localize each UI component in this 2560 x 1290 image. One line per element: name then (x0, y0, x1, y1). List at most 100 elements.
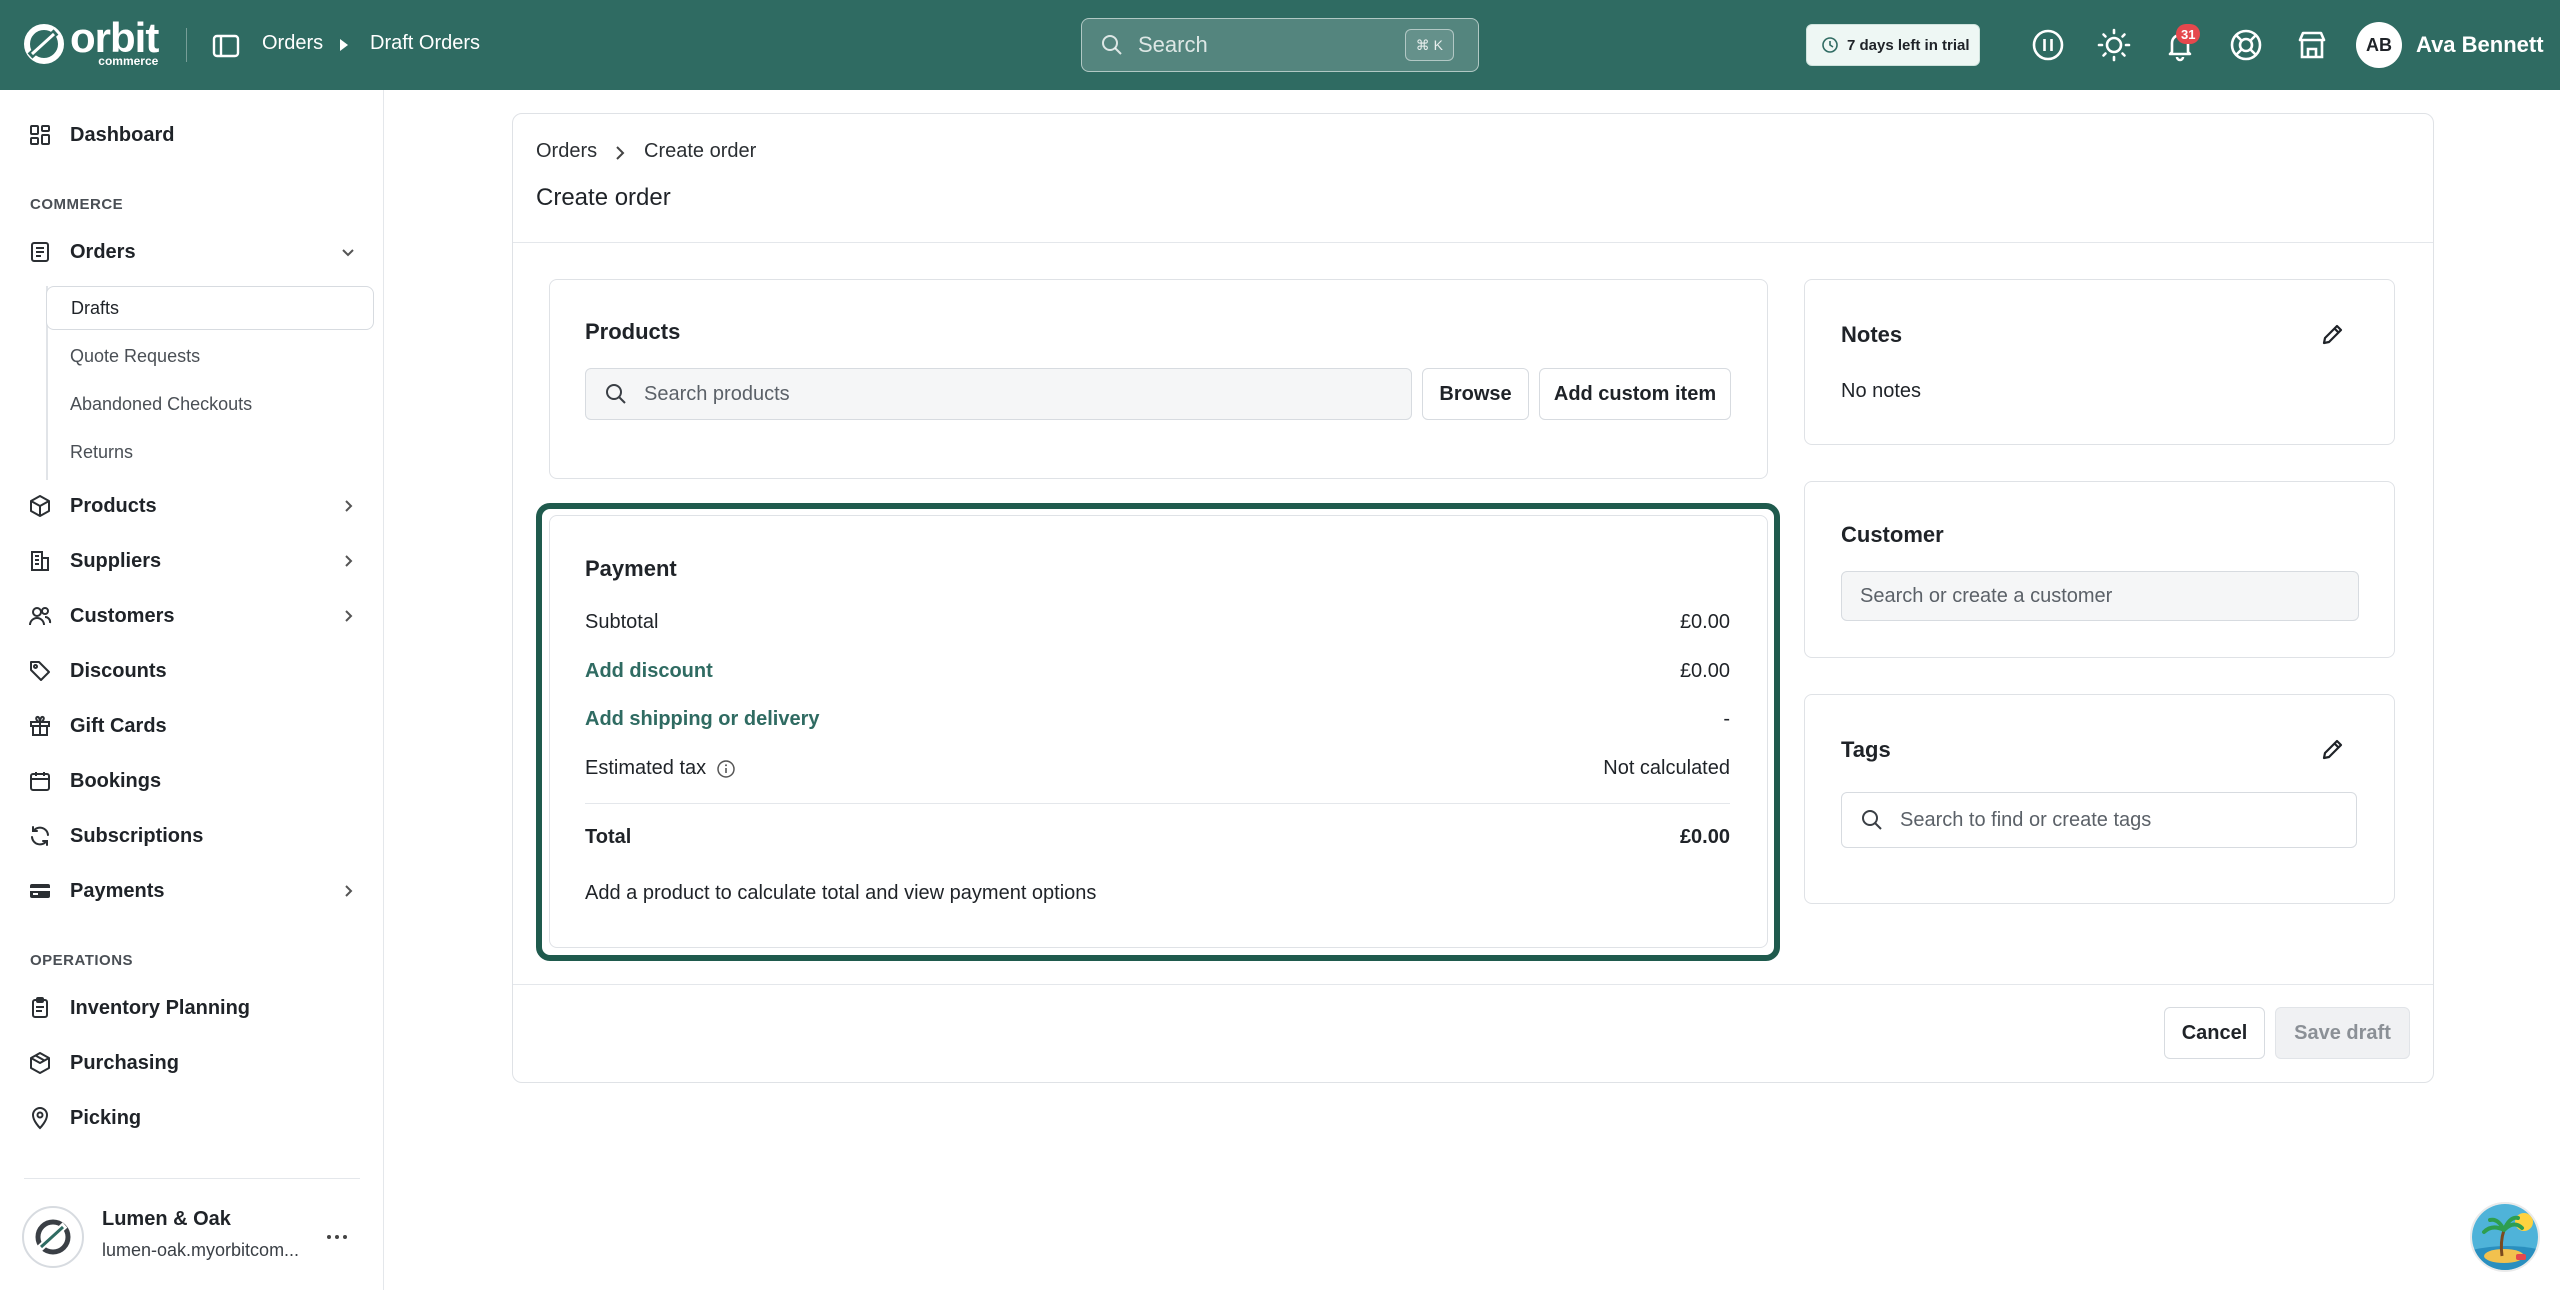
tag-icon (30, 661, 50, 681)
subtotal-label: Subtotal (585, 611, 659, 633)
user-name[interactable]: Ava Bennett (2416, 32, 2544, 58)
trial-text: 7 days left in trial (1847, 36, 1970, 54)
topbar-breadcrumb-draft-orders[interactable]: Draft Orders (370, 32, 480, 55)
store-name[interactable]: Lumen & Oak (102, 1208, 231, 1231)
sidebar-subitem-quote-requests[interactable]: Quote Requests (46, 334, 374, 378)
sidebar-item-customers[interactable]: Customers (28, 596, 358, 636)
sidebar-item-products[interactable]: Products (28, 486, 358, 526)
sidebar-item-payments[interactable]: Payments (28, 871, 358, 911)
global-search-input[interactable]: Search ⌘ K (1081, 18, 1479, 72)
section-label-commerce: COMMERCE (30, 196, 124, 213)
sidebar-item-dashboard[interactable]: Dashboard (28, 115, 358, 155)
box-icon (30, 495, 50, 517)
estimated-tax-value: Not calculated (1603, 757, 1730, 779)
sidebar-toggle-button[interactable] (208, 28, 244, 64)
info-icon[interactable] (716, 759, 736, 779)
product-search-placeholder: Search products (644, 382, 790, 405)
clipboard-icon (32, 997, 48, 1018)
products-title: Products (585, 319, 681, 344)
sidebar-item-label: Discounts (70, 659, 167, 682)
orbit-logo-icon (24, 24, 64, 64)
sidebar-item-label: Dashboard (70, 123, 175, 146)
store-icon (2298, 31, 2326, 59)
sidebar-item-label: Picking (70, 1106, 142, 1129)
edit-tags-pencil-icon[interactable] (2319, 735, 2347, 763)
sidebar-item-discounts[interactable]: Discounts (28, 651, 358, 691)
store-avatar[interactable] (22, 1206, 84, 1268)
sidebar-item-purchasing[interactable]: Purchasing (28, 1043, 358, 1083)
total-label: Total (585, 826, 632, 848)
package-icon (30, 1052, 50, 1074)
chevron-down-icon (342, 249, 354, 257)
more-horizontal-icon[interactable] (324, 1224, 350, 1250)
map-pin-icon (31, 1107, 49, 1130)
sidebar-panel-icon (212, 34, 240, 58)
sidebar-subitem-drafts[interactable]: Drafts (46, 286, 374, 330)
tags-title: Tags (1841, 737, 1891, 762)
help-button[interactable] (2228, 27, 2264, 63)
search-icon (1102, 35, 1122, 55)
sidebar-item-suppliers[interactable]: Suppliers (28, 541, 358, 581)
logo[interactable]: orbit commerce (22, 17, 159, 70)
sidebar-item-label: Bookings (70, 769, 162, 792)
calendar-icon (30, 772, 50, 791)
assistant-avatar[interactable] (2470, 1202, 2540, 1272)
sidebar-item-inventory-planning[interactable]: Inventory Planning (28, 988, 358, 1028)
chevron-right-icon (345, 610, 353, 622)
tags-search-input[interactable]: Search to find or create tags (1841, 792, 2357, 848)
global-search-placeholder: Search (1138, 32, 1208, 57)
sidebar-item-gift-cards[interactable]: Gift Cards (28, 706, 358, 746)
browse-button[interactable]: Browse (1422, 368, 1529, 420)
total-value: £0.00 (1679, 826, 1730, 848)
notes-empty-text: No notes (1841, 380, 1922, 402)
chevron-right-icon (345, 885, 353, 897)
storefront-button[interactable] (2294, 27, 2330, 63)
cancel-button[interactable]: Cancel (2164, 1007, 2265, 1059)
sidebar-item-orders[interactable]: Orders (28, 232, 358, 272)
sidebar-subitem-abandoned-checkouts[interactable]: Abandoned Checkouts (46, 382, 374, 426)
page-title: Create order (536, 184, 671, 211)
search-icon (1862, 810, 1882, 830)
sidebar-item-label: Subscriptions (70, 824, 204, 847)
sidebar-item-label: Purchasing (70, 1051, 179, 1074)
sidebar-divider (24, 1178, 360, 1179)
sidebar-item-label: Customers (70, 604, 175, 627)
clock-icon (1822, 37, 1838, 53)
header-divider (513, 242, 2433, 243)
building-icon (31, 551, 49, 571)
breadcrumb-caret-icon (340, 39, 348, 51)
sidebar-subitem-returns[interactable]: Returns (46, 430, 374, 474)
trial-badge[interactable]: 7 days left in trial (1806, 24, 1980, 66)
payment-hint: Add a product to calculate total and vie… (585, 882, 1097, 904)
sidebar-item-subscriptions[interactable]: Subscriptions (28, 816, 358, 856)
topbar-breadcrumb-orders[interactable]: Orders (262, 32, 323, 55)
theme-toggle-button[interactable] (2096, 27, 2132, 63)
breadcrumb-orders[interactable]: Orders (536, 140, 597, 163)
save-draft-button[interactable]: Save draft (2275, 1007, 2410, 1059)
add-discount-link[interactable]: Add discount (585, 660, 713, 683)
status-button[interactable] (2030, 27, 2066, 63)
sidebar-item-picking[interactable]: Picking (28, 1098, 358, 1138)
payment-title: Payment (585, 556, 677, 581)
tropical-island-icon (2472, 1204, 2538, 1270)
notification-count-badge: 31 (2176, 24, 2201, 44)
user-avatar[interactable]: AB (2356, 22, 2402, 68)
chevron-right-icon (616, 146, 625, 160)
customer-search-input[interactable]: Search or create a customer (1841, 571, 2359, 621)
sidebar-item-bookings[interactable]: Bookings (28, 761, 358, 801)
subtotal-value: £0.00 (1679, 611, 1730, 633)
sun-icon (2097, 28, 2131, 62)
sidebar-item-label: Inventory Planning (70, 996, 251, 1019)
chevron-right-icon (345, 500, 353, 512)
pause-circle-icon (2032, 29, 2064, 61)
add-shipping-link[interactable]: Add shipping or delivery (585, 708, 819, 731)
search-icon (606, 384, 626, 404)
sidebar-item-label: Payments (70, 879, 165, 902)
product-search-input[interactable]: Search products (585, 368, 1412, 420)
customer-title: Customer (1841, 522, 1944, 547)
logo-subtitle: commerce (98, 54, 159, 68)
edit-notes-pencil-icon[interactable] (2319, 320, 2347, 348)
chevron-right-icon (345, 555, 353, 567)
users-icon (29, 607, 52, 626)
add-custom-item-button[interactable]: Add custom item (1539, 368, 1731, 420)
